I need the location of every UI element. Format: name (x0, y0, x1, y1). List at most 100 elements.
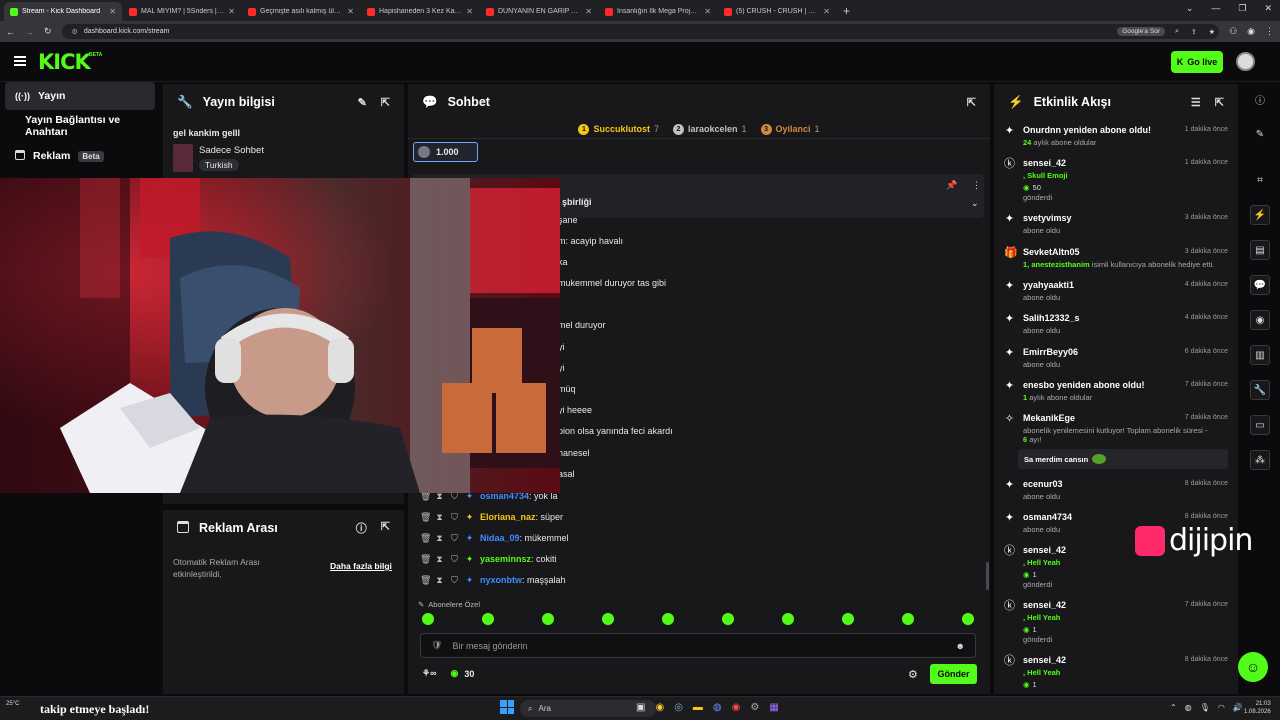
activity-item[interactable]: ⓚ sensei_42 8 dakika önce , Hell Yeah ◉ 1 (1002, 655, 1230, 696)
chat-message[interactable]: 🗑 ⧗ ⛉ ✦ Eloriana_naz: süper (420, 509, 563, 525)
steam-icon[interactable]: ◎ (674, 702, 683, 713)
wrench-icon[interactable]: 🔧 (1250, 380, 1270, 400)
url-field[interactable]: ⚙ dashboard.kick.com/stream Google'a Sor… (61, 24, 1220, 39)
emote-icon[interactable] (962, 613, 974, 625)
browser-tab[interactable]: MAL MIYIM? | 5Sriders | Moto✕ (123, 2, 241, 21)
share-icon[interactable]: ⇪ (1191, 28, 1197, 36)
chat-message[interactable]: 🗑 ⧗ ⛉ ✦ Nidaa_09: mükemmel (420, 530, 569, 546)
windows-start-icon[interactable] (500, 700, 514, 714)
minimize-icon[interactable]: — (1211, 3, 1220, 14)
timeout-icon[interactable]: ⧗ (435, 554, 444, 565)
speaker-icon[interactable]: 🔊 (1233, 703, 1243, 712)
emote-icon[interactable] (422, 613, 434, 625)
app-icon[interactable]: ⚙ (750, 702, 759, 713)
info-icon[interactable]: ⓘ (1250, 89, 1270, 109)
chat-message[interactable]: 🗑 ⧗ ⛉ ✦ nyxonbtw: maşşalah (420, 572, 566, 588)
delete-icon[interactable]: 🗑 (420, 533, 431, 544)
top-gifter[interactable]: 2 laraokcelen 1 (672, 120, 747, 138)
browser-tab[interactable]: Hapishaneden 3 Kez Kaçan Ad ✕ (361, 2, 479, 21)
pencil-icon[interactable]: ✎ (1250, 124, 1270, 144)
close-tab-icon[interactable]: ✕ (109, 7, 116, 16)
category-name[interactable]: Sadece Sohbet (199, 145, 264, 156)
activity-item[interactable]: ✦ EmirrBeyy06 6 dakika önce abone oldu (1002, 347, 1230, 380)
ban-shield-icon[interactable]: ⛉ (450, 575, 459, 586)
emote-icon[interactable] (482, 613, 494, 625)
discord-icon[interactable]: ◍ (713, 702, 722, 713)
sidebar-item-stream-key[interactable]: Yayın Bağlantısı ve Anahtarı (5, 112, 155, 140)
tray-app-icon[interactable]: ◍ (1185, 703, 1192, 712)
ban-shield-icon[interactable]: ⛉ (450, 533, 459, 544)
timeout-icon[interactable]: ⧗ (435, 533, 444, 544)
document-icon[interactable]: ▤ (1250, 240, 1270, 260)
popout-icon[interactable]: ⇱ (1215, 96, 1224, 109)
support-chat-button[interactable]: ☺ (1238, 652, 1268, 682)
tray-chevron-icon[interactable]: ⌃ (1170, 703, 1177, 712)
back-icon[interactable]: ← (6, 27, 15, 37)
close-tab-icon[interactable]: ✕ (823, 7, 830, 16)
close-tab-icon[interactable]: ✕ (585, 7, 592, 16)
delete-icon[interactable]: 🗑 (420, 554, 431, 565)
chrome-icon[interactable]: ◉ (655, 702, 664, 713)
kick-logo[interactable]: KICK (38, 50, 91, 74)
info-icon[interactable]: ⓘ (356, 520, 367, 536)
bookmark-star-icon[interactable]: ★ (1209, 28, 1215, 36)
menu-dots-icon[interactable]: ⋮ (1265, 26, 1274, 37)
chat-settings-gear-icon[interactable]: ⚙ (908, 668, 918, 681)
google-ask-chip[interactable]: Google'a Sor (1117, 27, 1165, 36)
more-info-link[interactable]: Daha fazla bilgi (330, 561, 392, 571)
wifi-icon[interactable]: ◠ (1218, 703, 1225, 712)
delete-icon[interactable]: 🗑 (420, 512, 431, 523)
tab-search-icon[interactable]: ⌄ (1186, 3, 1194, 14)
chat-username[interactable]: nyxonbtw (480, 575, 522, 585)
activity-item[interactable]: ✦ enesbo yeniden abone oldu! 7 dakika önce… (1002, 380, 1230, 413)
timeout-icon[interactable]: ⧗ (435, 575, 444, 586)
popout-icon[interactable]: ⇱ (381, 520, 390, 536)
broadcast-icon[interactable]: ◉ (1250, 310, 1270, 330)
send-button[interactable]: Gönder (930, 664, 977, 684)
sidebar-item-reklam[interactable]: Reklam Beta (5, 142, 155, 170)
chevron-down-icon[interactable]: ⌄ (971, 198, 979, 209)
activity-item[interactable]: ✦ svetyvimsy 3 dakika önce abone oldu (1002, 213, 1230, 247)
activity-item[interactable]: ✧ MekanikEge 7 dakika önce abonelik yenilem… (1002, 413, 1230, 479)
new-tab-icon[interactable]: + (843, 2, 850, 21)
ban-shield-icon[interactable]: ⛉ (450, 554, 459, 565)
emote-icon[interactable] (662, 613, 674, 625)
top-gifter[interactable]: 1 Succuklutost 7 (578, 120, 659, 138)
user-avatar[interactable] (1236, 52, 1255, 71)
task-view-icon[interactable]: ▣ (636, 702, 645, 713)
emote-icon[interactable] (842, 613, 854, 625)
emote-icon[interactable] (782, 613, 794, 625)
browser-tab[interactable]: İnsanlığın İlk Mega Projesi Gö ✕ (599, 2, 717, 21)
chat-username[interactable]: Eloriana_naz (480, 512, 536, 522)
close-tab-icon[interactable]: ✕ (228, 7, 235, 16)
taskbar-clock[interactable]: 21:03 1.08.2026 (1244, 700, 1271, 716)
close-window-icon[interactable]: ✕ (1264, 3, 1272, 14)
emote-icon[interactable] (722, 613, 734, 625)
reload-icon[interactable]: ↻ (44, 26, 52, 37)
extensions-icon[interactable]: ⚇ (1229, 26, 1237, 37)
chat-icon[interactable]: 💬 (1250, 275, 1270, 295)
activity-item[interactable]: ✦ Onurdnn yeniden abone oldu! 1 dakika önc… (1002, 125, 1230, 158)
top-gifter[interactable]: 3 Oyilanci 1 (760, 120, 820, 138)
hamburger-menu-icon[interactable] (14, 56, 26, 66)
emote-icon[interactable] (902, 613, 914, 625)
folder-icon[interactable]: ▬ (693, 702, 703, 713)
close-tab-icon[interactable]: ✕ (704, 7, 711, 16)
pin-icon[interactable]: 📌 (946, 180, 957, 191)
activity-item[interactable]: ✦ ecenur03 8 dakika önce abone oldu (1002, 479, 1230, 512)
browser-tab[interactable]: Stream - Kick Dashboard ✕ (4, 2, 122, 21)
edit-pencil-icon[interactable]: ✎ (358, 96, 367, 109)
activity-item[interactable]: ✦ Salih12332_s 4 dakika önce abone oldu (1002, 313, 1230, 347)
emoji-icon[interactable]: ☻ (956, 641, 965, 651)
maximize-icon[interactable]: ❐ (1238, 3, 1246, 14)
activity-item[interactable]: ⓚ sensei_42 7 dakika önce , Hell Yeah ◉ 1 gönd… (1002, 600, 1230, 655)
profile-icon[interactable]: ◉ (1247, 26, 1255, 37)
close-tab-icon[interactable]: ✕ (347, 7, 354, 16)
browser-tab[interactable]: DÜNYANIN EN GARİP ADASIN ✕ (480, 2, 598, 21)
group-icon[interactable]: ⁂ (1250, 450, 1270, 470)
pinned-gift-amount[interactable]: 1.000 (413, 142, 478, 162)
chat-input[interactable]: 🛡 Bir mesaj gönderin ☻ (420, 633, 976, 658)
popout-icon[interactable]: ⇱ (381, 96, 390, 109)
emote-icon[interactable] (602, 613, 614, 625)
more-options-icon[interactable]: ⋮ (972, 180, 981, 191)
